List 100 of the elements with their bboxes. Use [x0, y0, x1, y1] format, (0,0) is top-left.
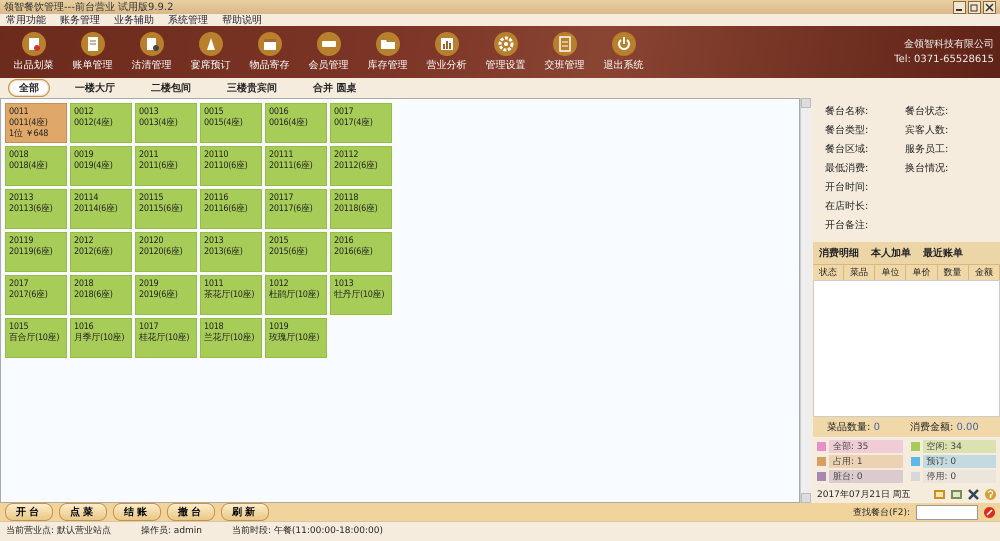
- table-tile[interactable]: 0019 0019(4座): [70, 146, 132, 186]
- action-button[interactable]: 开台: [5, 503, 53, 521]
- table-tile[interactable]: 0017 0017(4座): [330, 103, 392, 143]
- table-tile[interactable]: 20113 20113(6座): [5, 189, 67, 229]
- receipt-icon: [80, 32, 104, 56]
- field-label: 开台备注:: [825, 218, 870, 232]
- field-label: 餐台状态:: [905, 104, 950, 118]
- table-tile[interactable]: 20110 20110(6座): [200, 146, 262, 186]
- menu-item[interactable]: 常用功能: [6, 13, 46, 27]
- toolbar-button[interactable]: 物品寄存: [240, 32, 299, 72]
- toolbar-button[interactable]: 账单管理: [63, 32, 122, 72]
- restore-icon[interactable]: [968, 0, 981, 14]
- legend-label: 停用: 0: [922, 470, 996, 483]
- detail-tab[interactable]: 本人加单: [871, 246, 911, 260]
- action-button[interactable]: 撤台: [167, 503, 215, 521]
- search-field[interactable]: [916, 504, 978, 520]
- menu-item[interactable]: 系统管理: [168, 13, 208, 27]
- close-icon[interactable]: [983, 0, 996, 14]
- field-label: 换台情况:: [905, 162, 950, 175]
- area-tab[interactable]: 一楼大厅: [64, 79, 126, 97]
- action-button[interactable]: 刷新: [221, 503, 269, 521]
- toolbar-button[interactable]: 宴席预订: [181, 32, 240, 72]
- table-tile[interactable]: 2017 2017(6座): [5, 275, 67, 315]
- box-icon: [258, 32, 282, 56]
- search-label: 查找餐台(F2):: [853, 506, 910, 518]
- fullscreen-icon[interactable]: [968, 489, 979, 500]
- table-tile[interactable]: 0011 0011(4座) 1位 ￥648: [5, 103, 67, 143]
- table-tile[interactable]: 20116 20116(6座): [200, 189, 262, 229]
- toolbar-button[interactable]: 库存管理: [358, 32, 417, 72]
- field-label: 在店时长:: [825, 200, 870, 213]
- exchange-icon: [552, 32, 576, 56]
- company-phone: Tel: 0371-65528615: [894, 53, 994, 67]
- legend-label: 全部: 35: [829, 440, 902, 453]
- table-tile[interactable]: 20111 20111(6座): [265, 146, 327, 186]
- menu-item[interactable]: 账务管理: [60, 13, 100, 27]
- field-label: 餐台类型:: [825, 124, 870, 137]
- table-tile[interactable]: 2015 2015(6座): [265, 232, 327, 272]
- field-label: 最低消费:: [825, 162, 870, 175]
- table-tile[interactable]: 0018 0018(4座): [5, 146, 67, 186]
- settings-icon: [494, 32, 518, 56]
- detail-tab[interactable]: 消费明细: [819, 246, 859, 260]
- table-tile[interactable]: 1019 玫瑰厅(10座): [265, 318, 327, 358]
- legend-label: 脏台: 0: [829, 470, 902, 483]
- status-text: 当前营业点: 默认营业站点: [6, 524, 111, 537]
- table-tile[interactable]: 1018 兰花厅(10座): [200, 318, 262, 358]
- action-button[interactable]: 结账: [113, 503, 161, 521]
- table-tile[interactable]: 0012 0012(4座): [70, 103, 132, 143]
- toolbar-button[interactable]: 退出系统: [594, 32, 653, 72]
- table-tile[interactable]: 20112 20112(6座): [330, 146, 392, 186]
- table-tile[interactable]: 1013 牡丹厅(10座): [330, 275, 392, 315]
- table-tile[interactable]: 1015 百合厅(10座): [5, 318, 67, 358]
- table-tile[interactable]: 1012 杜鹃厅(10座): [265, 275, 327, 315]
- window-title: 领智餐饮管理---前台营业 试用版9.9.2: [4, 0, 174, 14]
- folder-icon: [376, 32, 400, 56]
- clear-icon[interactable]: [984, 506, 995, 518]
- action-button[interactable]: 点菜: [59, 503, 107, 521]
- table-tile[interactable]: 2012 2012(6座): [70, 232, 132, 272]
- area-tab[interactable]: 全部: [8, 79, 50, 97]
- toolbar-button[interactable]: 沽清管理: [122, 32, 181, 72]
- area-tab[interactable]: 三楼贵宾间: [216, 79, 288, 97]
- table-tile[interactable]: 1011 茶花厅(10座): [200, 275, 262, 315]
- menu-item[interactable]: 业务辅助: [114, 13, 154, 27]
- table-tile[interactable]: 2013 2013(6座): [200, 232, 262, 272]
- table-tile[interactable]: 0015 0015(4座): [200, 103, 262, 143]
- toolbar-button[interactable]: 出品划菜: [4, 32, 63, 72]
- field-label: 餐台名称:: [825, 104, 870, 118]
- table-tile[interactable]: 20114 20114(6座): [70, 189, 132, 229]
- summary-label: 消费金额: 0.00: [910, 420, 979, 434]
- date-text: 2017年07月21日 周五: [817, 488, 911, 501]
- detail-tab[interactable]: 最近账单: [923, 246, 963, 260]
- toolbar-button[interactable]: 营业分析: [417, 32, 476, 72]
- field-label: 宾客人数:: [905, 124, 950, 137]
- table-tile[interactable]: 0013 0013(4座): [135, 103, 197, 143]
- table-tile[interactable]: 1017 桂花厅(10座): [135, 318, 197, 358]
- table-tile[interactable]: 20117 20117(6座): [265, 189, 327, 229]
- table-tile[interactable]: 2018 2018(6座): [70, 275, 132, 315]
- toolbar-button[interactable]: 会员管理: [299, 32, 358, 72]
- toolbar-button[interactable]: 交班管理: [535, 32, 594, 72]
- table-tile[interactable]: 20115 20115(6座): [135, 189, 197, 229]
- table-tile[interactable]: 2011 2011(6座): [135, 146, 197, 186]
- table-tile[interactable]: 2019 2019(6座): [135, 275, 197, 315]
- table-tile[interactable]: 20118 20118(6座): [330, 189, 392, 229]
- status-text: 操作员: admin: [140, 524, 202, 537]
- table-tile[interactable]: 0016 0016(4座): [265, 103, 327, 143]
- document-icon: [140, 32, 164, 56]
- field-label: 开台时间:: [825, 180, 870, 194]
- area-tab[interactable]: 合并 圆桌: [302, 79, 368, 97]
- area-tab[interactable]: 二楼包间: [140, 79, 202, 97]
- table-tile[interactable]: 1016 月季厅(10座): [70, 318, 132, 358]
- legend-label: 占用: 1: [829, 455, 902, 468]
- minimize-icon[interactable]: [953, 0, 966, 14]
- menu-item[interactable]: 帮助说明: [222, 13, 262, 27]
- table-tile[interactable]: 2016 2016(6座): [330, 232, 392, 272]
- table-tile[interactable]: 20120 20120(6座): [135, 232, 197, 272]
- field-label: 服务员工:: [905, 143, 950, 156]
- scrollbar[interactable]: [800, 98, 811, 503]
- table-tile[interactable]: 20119 20119(6座): [5, 232, 67, 272]
- toolbar-button[interactable]: 管理设置: [476, 32, 535, 72]
- bar-chart-icon: [434, 32, 458, 56]
- legend-label: 空闲: 34: [922, 440, 996, 453]
